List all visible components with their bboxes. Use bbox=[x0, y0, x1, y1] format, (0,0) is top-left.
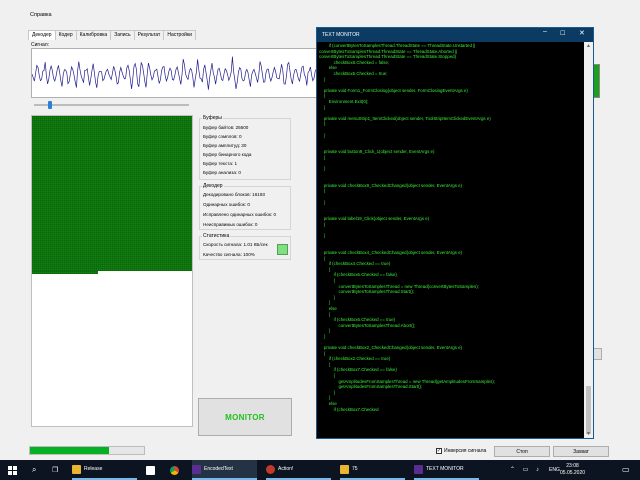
slider-track bbox=[34, 104, 189, 106]
tab-record[interactable]: Запись bbox=[110, 30, 135, 40]
clock-date: 05.05.2020 bbox=[560, 470, 586, 476]
inverse-signal-checkbox[interactable]: ✓ Инверсия сигнала bbox=[436, 448, 486, 454]
tab-result[interactable]: Результат bbox=[133, 30, 165, 40]
folder-icon bbox=[340, 464, 349, 474]
taskbar-text-monitor[interactable]: TEXT MONITOR bbox=[414, 460, 479, 480]
signal-quality: Качество сигнала: 100% bbox=[203, 252, 255, 257]
buffer-analysis: Буфер анализа: 0 bbox=[203, 170, 241, 175]
task-view-icon[interactable]: ❐ bbox=[52, 460, 58, 480]
waveform-line bbox=[32, 56, 318, 90]
maximize-icon[interactable]: ☐ bbox=[560, 30, 565, 37]
monitor-titlebar[interactable]: TEXT MONITOR – ☐ ✕ bbox=[317, 28, 593, 42]
scroll-up-icon[interactable]: ▲ bbox=[586, 43, 591, 49]
inverse-label: Инверсия сигнала bbox=[444, 448, 487, 454]
clock[interactable]: 23:08 05.05.2020 bbox=[560, 463, 585, 477]
taskbar-75[interactable]: 75 bbox=[340, 460, 405, 480]
start-button[interactable] bbox=[8, 460, 17, 480]
language-indicator[interactable]: ENG bbox=[549, 467, 560, 473]
store-icon[interactable] bbox=[146, 460, 160, 480]
scroll-down-icon[interactable]: ▼ bbox=[586, 431, 591, 437]
taskbar-encodedtext[interactable]: EncodedText bbox=[192, 460, 257, 480]
scroll-thumb[interactable] bbox=[586, 386, 591, 434]
grid-fill-tail bbox=[32, 271, 98, 274]
taskbar-text-monitor-label: TEXT MONITOR bbox=[426, 466, 464, 472]
taskbar-action[interactable]: Action! bbox=[266, 460, 331, 480]
taskbar-release-label: Release bbox=[84, 466, 103, 472]
app-icon bbox=[192, 464, 201, 474]
signal-waveform bbox=[31, 48, 319, 98]
grid-fill bbox=[32, 116, 192, 271]
taskbar: ⌕ ❐ Release EncodedText Action! 75 TEXT … bbox=[0, 460, 640, 480]
action-icon bbox=[266, 464, 275, 474]
decoder-group: Декодер Декодировано блоков: 16193 Одина… bbox=[199, 183, 291, 230]
waveform-graph bbox=[32, 56, 318, 90]
decoded-blocks-grid bbox=[31, 115, 193, 427]
code-text: if (convertBytesToSamplesThread.ThreadSt… bbox=[319, 43, 495, 412]
fixed-errors: Исправлено одинарных ошибок: 0 bbox=[203, 212, 277, 217]
buffer-binary: Буфер бинарного кода bbox=[203, 152, 252, 157]
signal-speed: Скорость сигнала: 1.01 КБ/сек bbox=[203, 242, 268, 247]
buffers-title: Буферы bbox=[202, 115, 223, 121]
tab-strip: Декодер Кодер Калибровка Запись Результа… bbox=[28, 30, 196, 40]
decoded-blocks: Декодировано блоков: 16193 bbox=[203, 192, 265, 197]
tab-settings[interactable]: Настройки bbox=[163, 30, 196, 40]
tab-calibration[interactable]: Калибровка bbox=[75, 30, 112, 40]
taskbar-encodedtext-label: EncodedText bbox=[204, 466, 233, 472]
taskbar-action-label: Action! bbox=[278, 466, 294, 472]
tab-coder[interactable]: Кодер bbox=[54, 30, 77, 40]
taskbar-75-label: 75 bbox=[352, 466, 358, 472]
stats-title: Статистика bbox=[202, 233, 231, 239]
buffer-amplitudes: Буфер амплитуд: 30 bbox=[203, 143, 247, 148]
menu-bar: Справка bbox=[0, 10, 640, 22]
close-icon[interactable]: ✕ bbox=[579, 29, 585, 37]
tray-icons[interactable]: ⌃ ▭ ♪ bbox=[510, 466, 542, 473]
search-icon[interactable]: ⌕ bbox=[32, 460, 36, 480]
decoder-title: Декодер bbox=[202, 183, 224, 189]
signal-slider[interactable] bbox=[31, 100, 191, 110]
text-monitor-window: TEXT MONITOR – ☐ ✕ if (convertBytesToSam… bbox=[316, 27, 594, 439]
single-errors: Одинарных ошибок: 0 bbox=[203, 202, 250, 207]
buffer-samples: Буфер сэмплов: 0 bbox=[203, 134, 242, 139]
clock-time: 23:08 bbox=[566, 463, 579, 469]
progress-fill bbox=[30, 447, 109, 454]
checkbox-box[interactable]: ✓ bbox=[436, 448, 442, 454]
chrome-glyph bbox=[170, 465, 179, 475]
app-icon bbox=[414, 464, 423, 474]
monitor-button[interactable]: MONITOR bbox=[198, 398, 292, 436]
folder-icon bbox=[72, 464, 81, 474]
minimize-icon[interactable]: – bbox=[543, 28, 547, 35]
capture-button[interactable]: Захват bbox=[553, 446, 609, 457]
signal-quality-indicator bbox=[277, 244, 288, 255]
notification-icon[interactable]: ▭ bbox=[622, 465, 630, 474]
unfixable-errors: Неисправимых ошибок: 0 bbox=[203, 222, 258, 227]
buffer-text: Буфер текста: 1 bbox=[203, 161, 238, 166]
buffer-bytes: Буфер байтов: 25600 bbox=[203, 125, 249, 130]
tab-decoder[interactable]: Декодер bbox=[28, 30, 56, 40]
menu-help[interactable]: Справка bbox=[30, 12, 52, 18]
slider-thumb[interactable] bbox=[48, 101, 52, 109]
buffers-group: Буферы Буфер байтов: 25600 Буфер сэмплов… bbox=[199, 115, 291, 180]
taskbar-release[interactable]: Release bbox=[72, 460, 137, 480]
progress-bar bbox=[29, 446, 145, 455]
store-glyph bbox=[146, 465, 155, 475]
stop-button[interactable]: Стоп bbox=[494, 446, 550, 457]
monitor-scrollbar[interactable]: ▲ ▼ bbox=[584, 42, 593, 438]
windows-logo-icon bbox=[8, 465, 17, 475]
chrome-icon[interactable] bbox=[170, 460, 184, 480]
monitor-title: TEXT MONITOR bbox=[322, 32, 360, 38]
